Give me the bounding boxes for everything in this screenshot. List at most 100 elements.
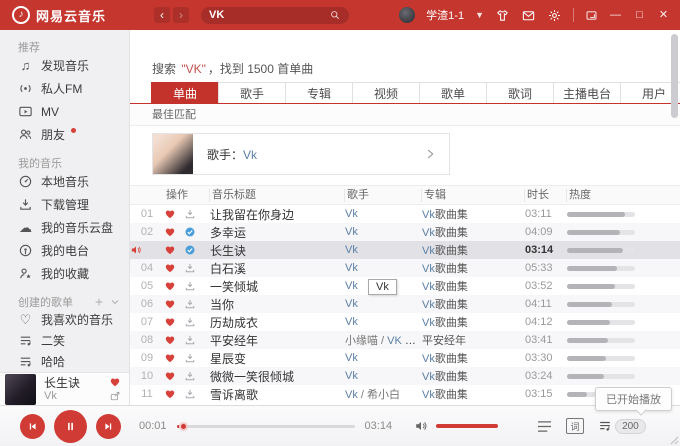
downloaded-check-icon[interactable] [184, 244, 196, 256]
sidebar-item-download-manager[interactable]: 下载管理 [0, 193, 129, 216]
sidebar-item-liked-music[interactable]: ♡ 我喜欢的音乐 [0, 309, 129, 330]
search-keyword[interactable]: "VK" [181, 62, 206, 76]
song-album[interactable]: Vk歌曲集 [422, 242, 525, 258]
album-link[interactable]: Vk [422, 209, 435, 221]
best-match-artist-card[interactable]: 歌手：Vk [152, 133, 450, 175]
tab-playlists[interactable]: 歌单 [419, 82, 487, 105]
song-title[interactable]: 雪诉离歌 [210, 386, 345, 403]
add-playlist-icon[interactable] [93, 296, 105, 308]
song-row[interactable]: 09 星辰变 Vk Vk歌曲集 03:30 [130, 349, 680, 367]
download-icon[interactable] [184, 334, 196, 346]
user-menu-chevron-down-icon[interactable]: ▼ [475, 10, 484, 20]
song-title[interactable]: 历劫成衣 [210, 314, 345, 331]
download-icon[interactable] [184, 316, 196, 328]
song-title[interactable]: 白石溪 [210, 260, 345, 277]
sidebar-item-mv[interactable]: MV [0, 100, 129, 123]
song-title[interactable]: 让我留在你身边 [210, 206, 345, 223]
artist-link[interactable]: Vk [345, 316, 358, 328]
song-title[interactable]: 长生诀 [210, 242, 345, 259]
search-input[interactable]: VK [201, 6, 350, 24]
tab-videos[interactable]: 视频 [352, 82, 420, 105]
download-icon[interactable] [184, 370, 196, 382]
share-icon[interactable] [109, 390, 121, 402]
play-mode-list-icon[interactable] [536, 420, 553, 433]
volume-slider[interactable] [436, 424, 499, 428]
like-heart-icon[interactable] [164, 262, 176, 274]
song-row[interactable]: 04 白石溪 Vk Vk歌曲集 05:33 [130, 259, 680, 277]
sidebar-item-private-fm[interactable]: 私人FM [0, 77, 129, 100]
like-heart-icon[interactable] [164, 388, 176, 400]
download-icon[interactable] [184, 208, 196, 220]
artist-link[interactable]: Vk [345, 208, 358, 220]
song-album[interactable]: 平安经年 [422, 332, 525, 348]
song-album[interactable]: Vk歌曲集 [422, 368, 525, 384]
album-link[interactable]: Vk [422, 299, 435, 311]
sidebar-item-discover-music[interactable]: ♫ 发现音乐 [0, 54, 129, 77]
album-link[interactable]: Vk [422, 317, 435, 329]
song-album[interactable]: Vk歌曲集 [422, 278, 525, 294]
like-heart-icon[interactable] [164, 298, 176, 310]
back-button[interactable]: ‹ [154, 7, 171, 23]
theme-shirt-icon[interactable] [495, 8, 510, 23]
downloaded-check-icon[interactable] [184, 226, 196, 238]
song-row[interactable]: 08平安经年小缘喵 / VK / 封茗…平安经年03:41 [130, 331, 680, 349]
artist-link[interactable]: Vk [345, 280, 358, 292]
song-album[interactable]: Vk歌曲集 [422, 350, 525, 366]
song-album[interactable]: Vk歌曲集 [422, 260, 525, 276]
like-heart-icon[interactable] [164, 208, 176, 220]
download-icon[interactable] [184, 352, 196, 364]
song-title[interactable]: 星辰变 [210, 350, 345, 367]
song-album[interactable]: Vk歌曲集 [422, 206, 525, 222]
song-row[interactable]: 长生诀 Vk Vk歌曲集 03:14 [130, 241, 680, 259]
forward-button[interactable]: › [173, 7, 190, 23]
like-heart-icon[interactable] [109, 376, 121, 388]
tab-albums[interactable]: 专辑 [285, 82, 353, 105]
song-row[interactable]: 06 当你 Vk Vk歌曲集 04:11 [130, 295, 680, 313]
download-icon[interactable] [184, 280, 196, 292]
artist-link[interactable]: VK [387, 335, 402, 347]
sidebar-item-cloud-disk[interactable]: ☁ 我的音乐云盘 [0, 216, 129, 239]
album-link[interactable]: Vk [422, 389, 435, 401]
next-track-button[interactable] [96, 413, 121, 439]
lyrics-toggle-icon[interactable]: 词 [566, 418, 585, 434]
tab-lyrics[interactable]: 歌词 [486, 82, 554, 105]
album-link[interactable]: Vk [422, 281, 435, 293]
user-avatar[interactable] [399, 7, 416, 23]
volume-speaker-icon[interactable] [414, 419, 428, 433]
album-link[interactable]: Vk [422, 353, 435, 365]
song-row[interactable]: 10 微微一笑很倾城 Vk Vk歌曲集 03:24 [130, 367, 680, 385]
resize-grip[interactable] [670, 436, 679, 445]
sidebar-item-my-radio[interactable]: 我的电台 [0, 239, 129, 262]
song-title[interactable]: 平安经年 [210, 332, 345, 349]
vertical-scrollbar[interactable] [671, 34, 678, 118]
tab-artists[interactable]: 歌手 [218, 82, 286, 105]
now-playing-title[interactable]: 长生诀 [44, 376, 109, 390]
song-title[interactable]: 微微一笑很倾城 [210, 368, 345, 385]
maximize-button[interactable]: □ [633, 9, 646, 21]
artist-link[interactable]: Vk [345, 389, 358, 401]
like-heart-icon[interactable] [164, 280, 176, 292]
artist-link[interactable]: Vk [345, 298, 358, 310]
like-heart-icon[interactable] [164, 334, 176, 346]
sidebar-item-playlist-haha[interactable]: 哈哈 [0, 351, 129, 372]
artist-link[interactable]: Vk [345, 226, 358, 238]
artist-link[interactable]: Vk [345, 370, 358, 382]
now-playing-bar[interactable]: 长生诀 Vk [0, 372, 130, 405]
search-icon[interactable] [329, 9, 341, 21]
tab-songs[interactable]: 单曲 [151, 82, 219, 105]
progress-knob[interactable] [178, 421, 188, 431]
song-album[interactable]: Vk歌曲集 [422, 224, 525, 240]
song-row[interactable]: 07 历劫成衣 Vk Vk歌曲集 04:12 [130, 313, 680, 331]
song-album[interactable]: Vk歌曲集 [422, 386, 525, 402]
album-link[interactable]: Vk [422, 371, 435, 383]
user-name[interactable]: 学渣1-1 [426, 7, 464, 23]
song-album[interactable]: Vk歌曲集 [422, 296, 525, 312]
like-heart-icon[interactable] [164, 352, 176, 364]
song-title[interactable]: 多幸运 [210, 224, 345, 241]
like-heart-icon[interactable] [164, 316, 176, 328]
pause-button[interactable] [54, 409, 87, 443]
close-button[interactable]: ✕ [657, 9, 670, 21]
download-icon[interactable] [184, 298, 196, 310]
sidebar-item-my-collection[interactable]: 我的收藏 [0, 262, 129, 285]
sidebar-item-playlist-erxiao[interactable]: 二笑 [0, 330, 129, 351]
